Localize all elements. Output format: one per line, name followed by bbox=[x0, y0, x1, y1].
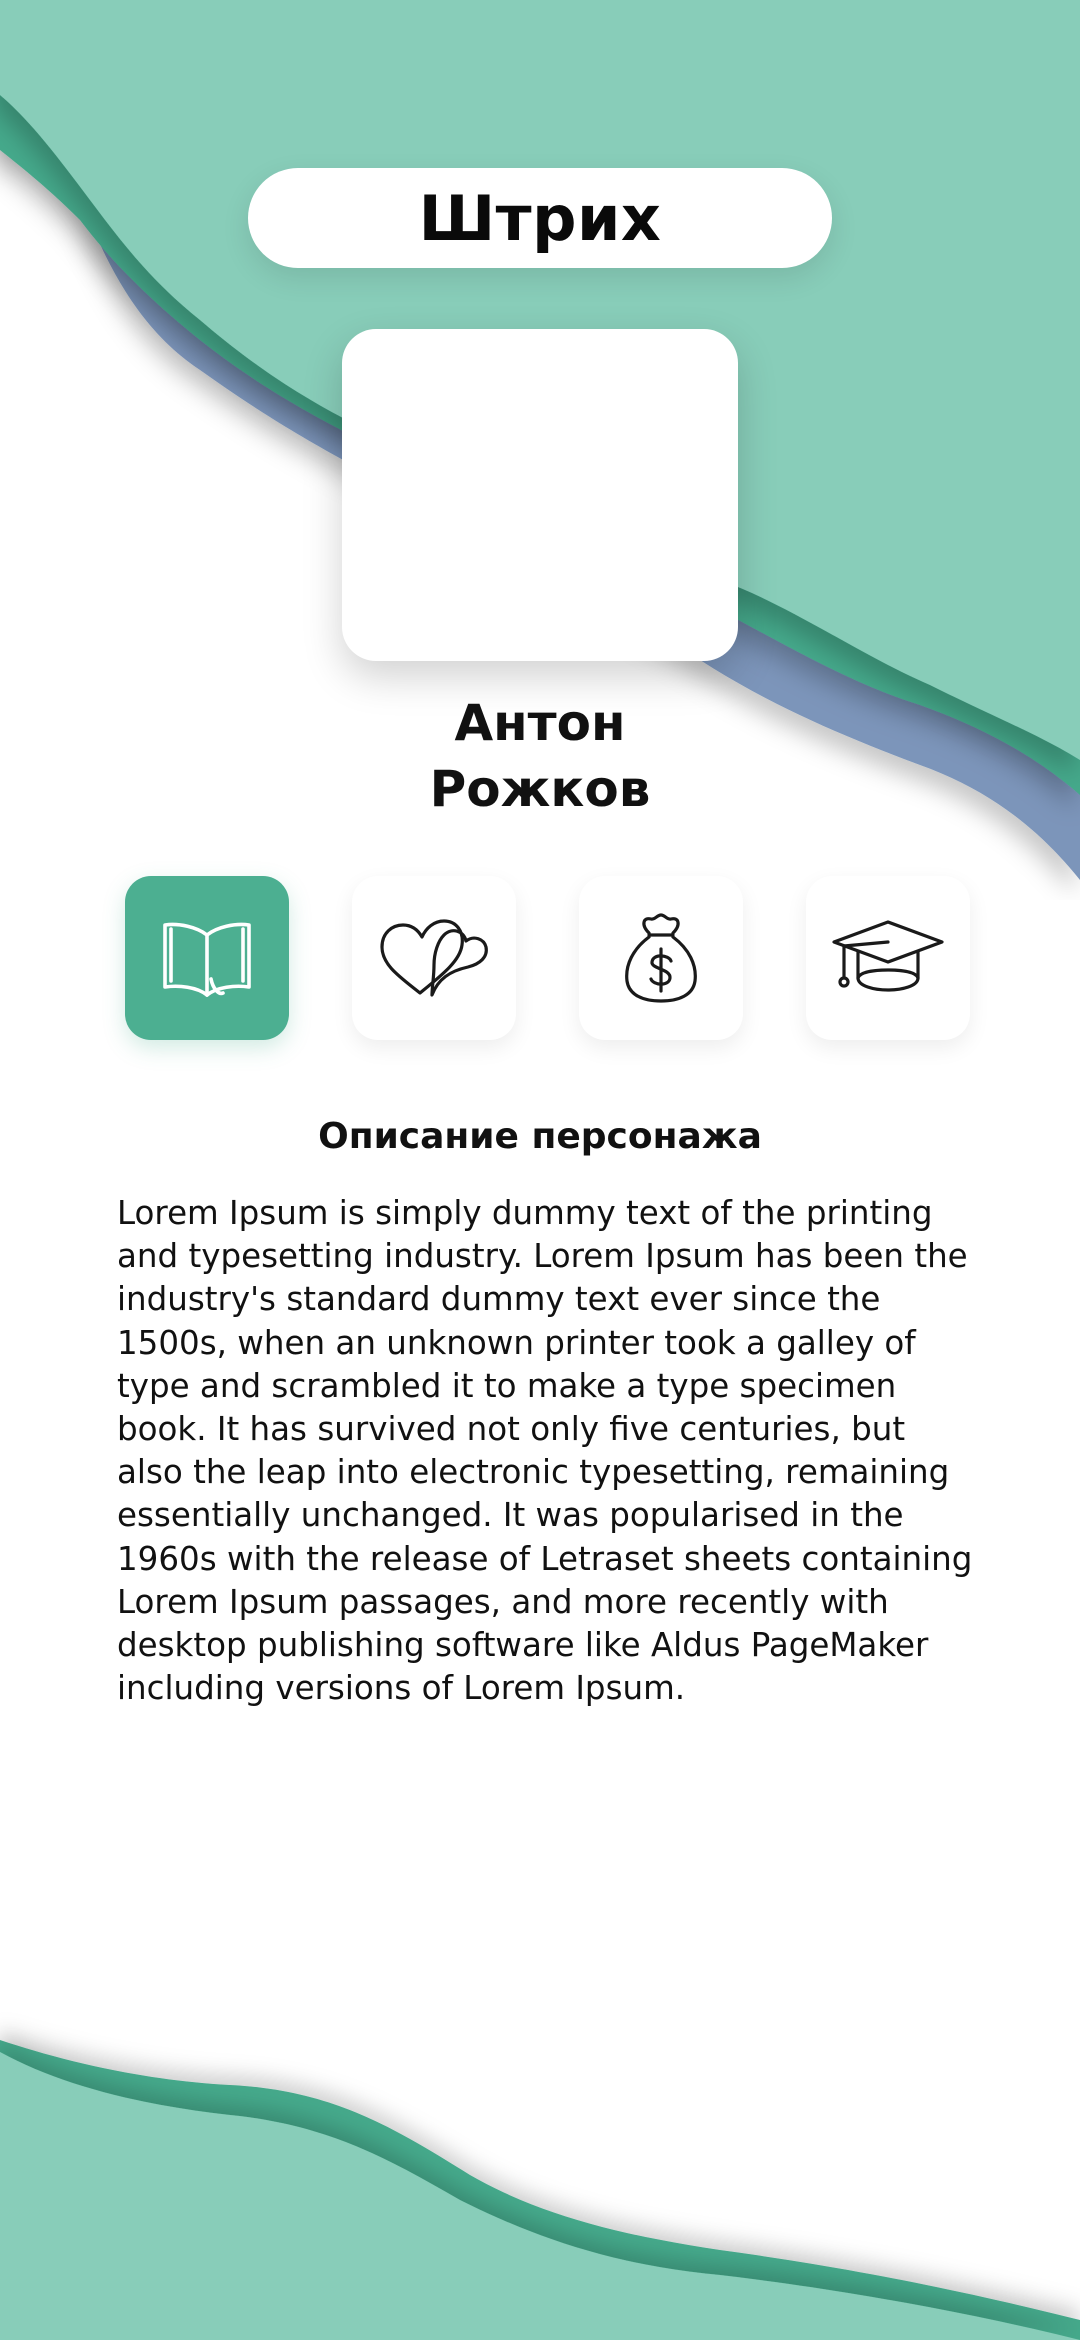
character-last-name: Рожков bbox=[429, 760, 651, 818]
money-bag-icon bbox=[625, 913, 697, 1003]
tab-finance[interactable] bbox=[579, 876, 743, 1040]
character-name: Антон Рожков bbox=[240, 690, 840, 822]
tab-education[interactable] bbox=[806, 876, 970, 1040]
graduation-cap-icon bbox=[832, 920, 944, 992]
bottom-wave-decoration bbox=[0, 2040, 1080, 2340]
tab-book[interactable] bbox=[125, 876, 289, 1040]
description-text: Lorem Ipsum is simply dummy text of the … bbox=[117, 1194, 973, 1708]
app-title-pill: Штрих bbox=[248, 168, 832, 268]
app-title: Штрих bbox=[418, 181, 662, 255]
character-first-name: Антон bbox=[454, 694, 626, 752]
hearts-icon bbox=[380, 919, 488, 997]
description-title: Описание персонажа bbox=[318, 1116, 762, 1157]
character-avatar[interactable] bbox=[342, 329, 738, 661]
open-book-icon bbox=[163, 922, 251, 997]
tab-relationships[interactable] bbox=[352, 876, 516, 1040]
